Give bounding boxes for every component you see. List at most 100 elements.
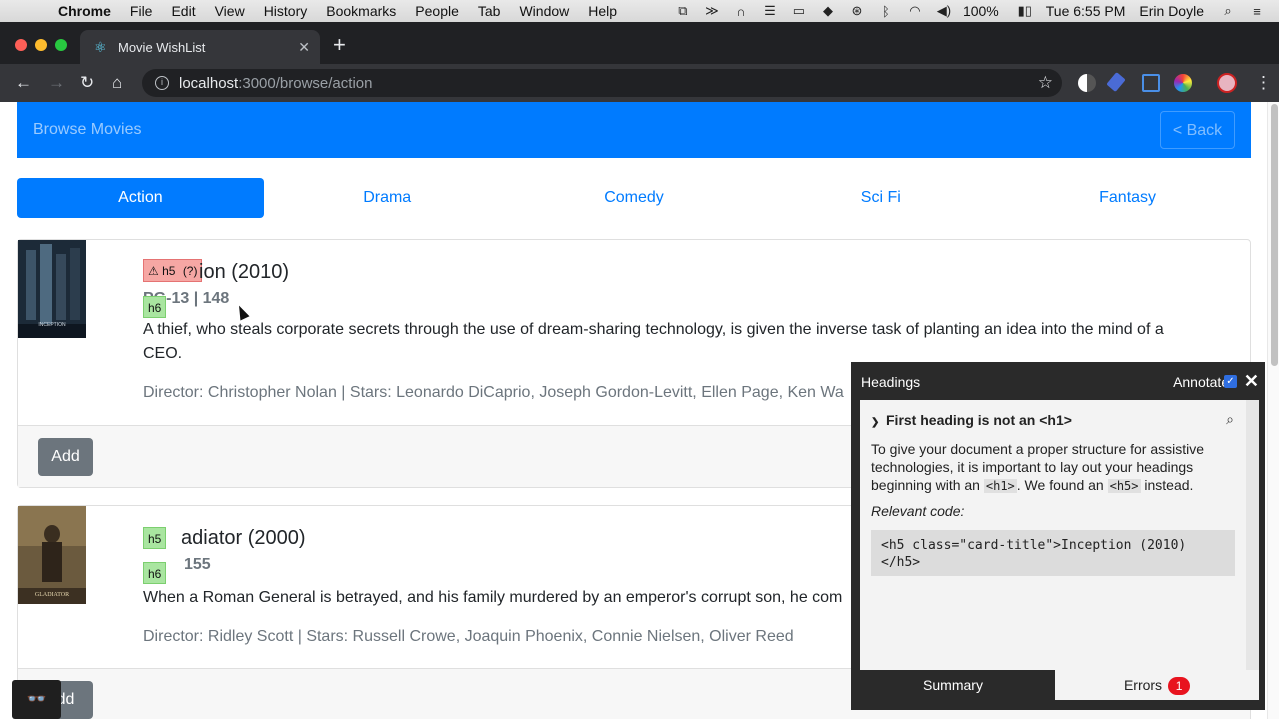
- close-icon[interactable]: ✕: [1244, 371, 1259, 392]
- react-icon: ⚛: [94, 39, 107, 55]
- poster-caption: INCEPTION: [38, 322, 66, 328]
- address-bar[interactable]: i localhost:3000/browse/action ☆: [142, 69, 1062, 97]
- profile-avatar[interactable]: [1217, 73, 1237, 93]
- mac-menu-bar: Chrome File Edit View History Bookmarks …: [0, 0, 1279, 22]
- movie-rating-runtime: 155: [184, 556, 211, 573]
- display-icon[interactable]: ▭: [789, 3, 809, 18]
- code-line: </h5>: [881, 555, 921, 570]
- warning-icon: ⚠: [148, 264, 159, 278]
- tab-fantasy[interactable]: Fantasy: [1004, 178, 1251, 218]
- new-tab-icon[interactable]: +: [333, 34, 346, 56]
- panel-tabs: Summary Errors 1: [851, 670, 1265, 710]
- scrollbar-thumb[interactable]: [1271, 104, 1278, 366]
- accessibility-icon[interactable]: ⊛: [847, 3, 867, 18]
- user-name[interactable]: Erin Doyle: [1139, 3, 1204, 19]
- triangle-extension-icon[interactable]: [1142, 74, 1160, 92]
- color-extension-icon[interactable]: [1174, 74, 1192, 92]
- tab-summary[interactable]: Summary: [851, 670, 1055, 710]
- movie-poster: GLADIATOR: [18, 506, 86, 604]
- battery-icon[interactable]: ▮▯: [1013, 3, 1037, 18]
- menu-history[interactable]: History: [264, 3, 308, 19]
- tab-errors[interactable]: Errors 1: [1055, 670, 1259, 700]
- movie-description: A thief, who steals corporate secrets th…: [143, 321, 1164, 362]
- home-icon[interactable]: ⌂: [112, 73, 122, 93]
- chrome-menu-icon[interactable]: ⋮: [1255, 73, 1272, 93]
- window-minimize-button[interactable]: [35, 39, 47, 51]
- forward-arrow-icon[interactable]: →: [48, 73, 65, 93]
- list-icon[interactable]: ☰: [760, 3, 780, 18]
- wifi-icon[interactable]: ◠: [905, 3, 925, 18]
- menu-file[interactable]: File: [130, 3, 153, 19]
- add-button[interactable]: Add: [38, 438, 93, 476]
- menu-edit[interactable]: Edit: [171, 3, 195, 19]
- headings-panel: Headings Annotate: ✓ ✕ ❯ First heading is…: [851, 362, 1265, 710]
- screen-share-icon[interactable]: ⧉: [673, 3, 693, 18]
- page-scrollbar[interactable]: [1267, 102, 1279, 719]
- movie-credits: Director: Ridley Scott | Stars: Russell …: [143, 628, 794, 645]
- app-navbar: Browse Movies < Back: [17, 102, 1251, 158]
- volume-icon[interactable]: ◀): [934, 3, 954, 18]
- menu-app-name[interactable]: Chrome: [58, 3, 111, 19]
- annotate-checkbox[interactable]: ✓: [1224, 375, 1237, 388]
- url-path: :3000/browse/action: [238, 74, 373, 92]
- bluetooth-icon[interactable]: ᛒ: [876, 4, 896, 19]
- error-count-badge: 1: [1168, 677, 1191, 695]
- menu-tab[interactable]: Tab: [478, 3, 501, 19]
- code-snippet: <h5 class="card-title">Inception (2010) …: [871, 530, 1235, 576]
- category-tabs: Action Drama Comedy Sci Fi Fantasy: [17, 178, 1251, 218]
- menu-bookmarks[interactable]: Bookmarks: [326, 3, 396, 19]
- eyedropper-extension-icon[interactable]: [1106, 72, 1126, 92]
- movie-title: adiator (2000): [181, 527, 306, 549]
- window-close-button[interactable]: [15, 39, 27, 51]
- spotlight-search-icon[interactable]: ⌕: [1218, 3, 1238, 18]
- battery-percent: 100%: [962, 3, 999, 19]
- dropbox-icon[interactable]: ◆: [818, 3, 838, 18]
- contrast-extension-icon[interactable]: [1078, 74, 1096, 92]
- accessibility-toggle-icon[interactable]: 👓: [12, 680, 61, 719]
- panel-body: ❯ First heading is not an <h1> ⌕ To give …: [860, 400, 1246, 670]
- menu-people[interactable]: People: [415, 3, 459, 19]
- notification-center-icon[interactable]: ≡: [1247, 4, 1267, 19]
- h5-badge[interactable]: h5: [143, 527, 167, 549]
- reload-icon[interactable]: ↻: [80, 73, 94, 93]
- bookmark-star-icon[interactable]: ☆: [1038, 73, 1053, 93]
- back-button[interactable]: < Back: [1160, 111, 1235, 149]
- magnifier-icon[interactable]: ⌕: [1226, 411, 1234, 428]
- info-icon[interactable]: i: [155, 76, 169, 90]
- tab-drama[interactable]: Drama: [264, 178, 511, 218]
- page-content: Browse Movies < Back Action Drama Comedy…: [0, 102, 1279, 719]
- back-arrow-icon[interactable]: ←: [15, 73, 32, 93]
- tab-action[interactable]: Action: [17, 178, 264, 218]
- panel-scrollbar[interactable]: [1246, 400, 1259, 670]
- movie-credits: Director: Christopher Nolan | Stars: Leo…: [143, 384, 844, 401]
- menu-help[interactable]: Help: [588, 3, 617, 19]
- h6-badge[interactable]: h6: [143, 562, 167, 584]
- h5-badge-label: h5: [162, 264, 176, 278]
- h6-badge[interactable]: h6: [143, 296, 167, 318]
- movie-title: ion (2010): [199, 261, 290, 283]
- menu-view[interactable]: View: [215, 3, 245, 19]
- url-host: localhost: [179, 74, 239, 92]
- chevrons-icon[interactable]: ≫: [702, 3, 722, 18]
- poster-caption: GLADIATOR: [35, 592, 69, 598]
- issue-title[interactable]: ❯ First heading is not an <h1>: [871, 412, 1072, 428]
- menu-window[interactable]: Window: [519, 3, 569, 19]
- relevant-code-label: Relevant code:: [871, 503, 965, 519]
- browser-toolbar: ← → ↻ ⌂ i localhost:3000/browse/action ☆…: [0, 64, 1279, 102]
- tab-title: Movie WishList: [118, 39, 206, 55]
- browser-tab[interactable]: ⚛ Movie WishList ✕: [80, 30, 320, 64]
- clock[interactable]: Tue 6:55 PM: [1046, 3, 1126, 19]
- issue-description: To give your document a proper structure…: [871, 441, 1205, 493]
- tab-close-icon[interactable]: ✕: [298, 39, 310, 56]
- tab-comedy[interactable]: Comedy: [511, 178, 758, 218]
- navbar-brand[interactable]: Browse Movies: [33, 121, 141, 139]
- issue-title-text: First heading is not an <h1>: [886, 412, 1072, 428]
- window-zoom-button[interactable]: [55, 39, 67, 51]
- h5-warning-badge[interactable]: ⚠ h5 (?): [143, 259, 203, 282]
- code-line: <h5 class="card-title">Inception (2010): [881, 538, 1187, 553]
- arch-icon[interactable]: ∩: [731, 4, 751, 19]
- tab-sci-fi[interactable]: Sci Fi: [757, 178, 1004, 218]
- chevron-down-icon: ❯: [871, 417, 880, 428]
- help-label: (?): [182, 264, 198, 278]
- movie-poster: INCEPTION: [18, 240, 86, 338]
